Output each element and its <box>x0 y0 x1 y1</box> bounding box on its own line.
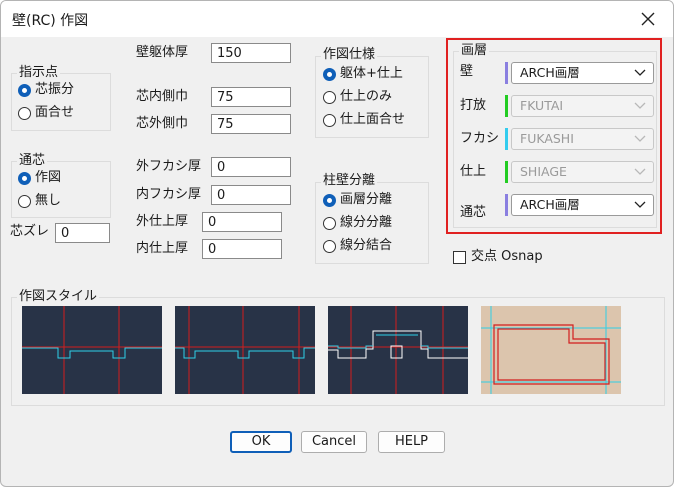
outer-finish-input[interactable]: 0 <box>202 212 282 232</box>
osnap-label: 交点 Osnap <box>471 249 543 264</box>
core-inner-label: 芯内側巾 <box>136 89 189 104</box>
layer-select-value: FKUTAI <box>520 98 564 113</box>
osnap-checkbox-row[interactable]: 交点 Osnap <box>453 249 543 265</box>
layer-label-core: 通芯 <box>460 205 487 220</box>
radio-label: 仕上面合せ <box>340 112 406 127</box>
layer-select-core[interactable]: ARCH画層 <box>511 194 654 216</box>
layer-select-fukashi[interactable]: FUKASHI <box>511 128 654 150</box>
layer-label-fkutai: 打放 <box>460 98 487 113</box>
layer-color-stripe <box>505 161 508 183</box>
layer-color-stripe <box>505 62 508 84</box>
layer-select-value: FUKASHI <box>520 131 574 146</box>
ok-button[interactable]: OK <box>230 431 292 453</box>
radio-label: 画層分離 <box>340 192 393 207</box>
inner-fukashi-input[interactable]: 0 <box>211 185 291 205</box>
chevron-down-icon <box>634 168 646 175</box>
radio-indicator <box>18 106 31 120</box>
style-preview-3[interactable] <box>328 306 468 394</box>
layer-select-wall[interactable]: ARCH画層 <box>511 62 654 84</box>
layer-select-value: SHIAGE <box>520 164 567 179</box>
radio-sep-line-split[interactable]: 線分分離 <box>323 215 392 231</box>
inner-finish-label: 内仕上厚 <box>136 241 189 256</box>
wall-thickness-label: 壁躯体厚 <box>136 45 189 60</box>
radio-indicator <box>323 239 336 253</box>
layer-label-fukashi: フカシ <box>460 131 500 146</box>
wall-thickness-input[interactable]: 150 <box>211 43 291 63</box>
layer-group-title: 画層 <box>459 43 490 59</box>
radio-indicator <box>18 171 31 185</box>
style-preview-2[interactable] <box>175 306 315 394</box>
layer-select-shiage[interactable]: SHIAGE <box>511 161 654 183</box>
outer-finish-label: 外仕上厚 <box>136 214 189 229</box>
radio-label: 躯体+仕上 <box>340 66 403 81</box>
chevron-down-icon <box>634 102 646 109</box>
inner-finish-input[interactable]: 0 <box>202 239 282 259</box>
separation-group-title: 柱壁分離 <box>321 173 378 189</box>
radio-label: 仕上のみ <box>340 89 393 104</box>
outer-fukashi-input[interactable]: 0 <box>211 157 291 177</box>
close-icon[interactable] <box>637 9 659 29</box>
radio-sep-layer[interactable]: 画層分離 <box>323 192 392 208</box>
chevron-down-icon <box>634 201 646 208</box>
radio-core-none[interactable]: 無し <box>18 193 61 209</box>
layer-color-stripe <box>505 128 508 150</box>
core-offset-input[interactable]: 0 <box>55 223 110 243</box>
radio-point-core[interactable]: 芯振分 <box>18 82 74 98</box>
layer-color-stripe <box>505 194 508 216</box>
radio-label: 無し <box>35 193 62 208</box>
osnap-checkbox[interactable] <box>453 250 466 264</box>
core-outer-input[interactable]: 75 <box>211 114 291 134</box>
radio-point-face[interactable]: 面合せ <box>18 105 74 121</box>
title-bar: 壁(RC) 作図 <box>1 1 673 37</box>
core-outer-label: 芯外側巾 <box>136 116 189 131</box>
layer-label-wall: 壁 <box>460 64 474 79</box>
dialog-window: 壁(RC) 作図 指示点 芯振分 面合せ 通芯 作図 無し 芯ズレ 0 壁躯体厚… <box>0 0 674 487</box>
radio-indicator <box>323 67 336 81</box>
radio-indicator <box>18 83 31 97</box>
core-group-title: 通芯 <box>17 153 48 169</box>
chevron-down-icon <box>634 135 646 142</box>
chevron-down-icon <box>634 69 646 76</box>
layer-color-stripe <box>505 95 508 117</box>
layer-label-shiage: 仕上 <box>460 164 487 179</box>
radio-indicator <box>18 194 31 208</box>
style-group-title: 作図スタイル <box>17 289 100 305</box>
radio-label: 芯振分 <box>35 82 75 97</box>
spec-group-title: 作図仕様 <box>321 47 378 63</box>
window-title: 壁(RC) 作図 <box>12 13 89 29</box>
radio-label: 作図 <box>35 170 62 185</box>
radio-label: 線分分離 <box>340 215 393 230</box>
radio-indicator <box>323 193 336 207</box>
outer-fukashi-label: 外フカシ厚 <box>136 159 202 174</box>
radio-label: 面合せ <box>35 105 75 120</box>
cancel-button[interactable]: Cancel <box>301 431 367 453</box>
style-preview-1[interactable] <box>22 306 162 394</box>
radio-spec-body-finish[interactable]: 躯体+仕上 <box>323 66 403 82</box>
radio-spec-finish-only[interactable]: 仕上のみ <box>323 89 392 105</box>
radio-sep-line-join[interactable]: 線分結合 <box>323 238 392 254</box>
radio-indicator <box>323 90 336 104</box>
radio-label: 線分結合 <box>340 238 393 253</box>
style-preview-4[interactable] <box>481 306 621 394</box>
core-inner-input[interactable]: 75 <box>211 87 291 107</box>
inner-fukashi-label: 内フカシ厚 <box>136 187 202 202</box>
core-offset-label: 芯ズレ <box>10 224 50 239</box>
point-group-title: 指示点 <box>17 65 61 81</box>
layer-select-value: ARCH画層 <box>520 197 580 212</box>
radio-spec-finish-face[interactable]: 仕上面合せ <box>323 112 405 128</box>
radio-indicator <box>323 113 336 127</box>
help-button[interactable]: HELP <box>378 431 445 453</box>
layer-select-fkutai[interactable]: FKUTAI <box>511 95 654 117</box>
radio-core-draw[interactable]: 作図 <box>18 170 61 186</box>
layer-select-value: ARCH画層 <box>520 65 580 80</box>
radio-indicator <box>323 216 336 230</box>
